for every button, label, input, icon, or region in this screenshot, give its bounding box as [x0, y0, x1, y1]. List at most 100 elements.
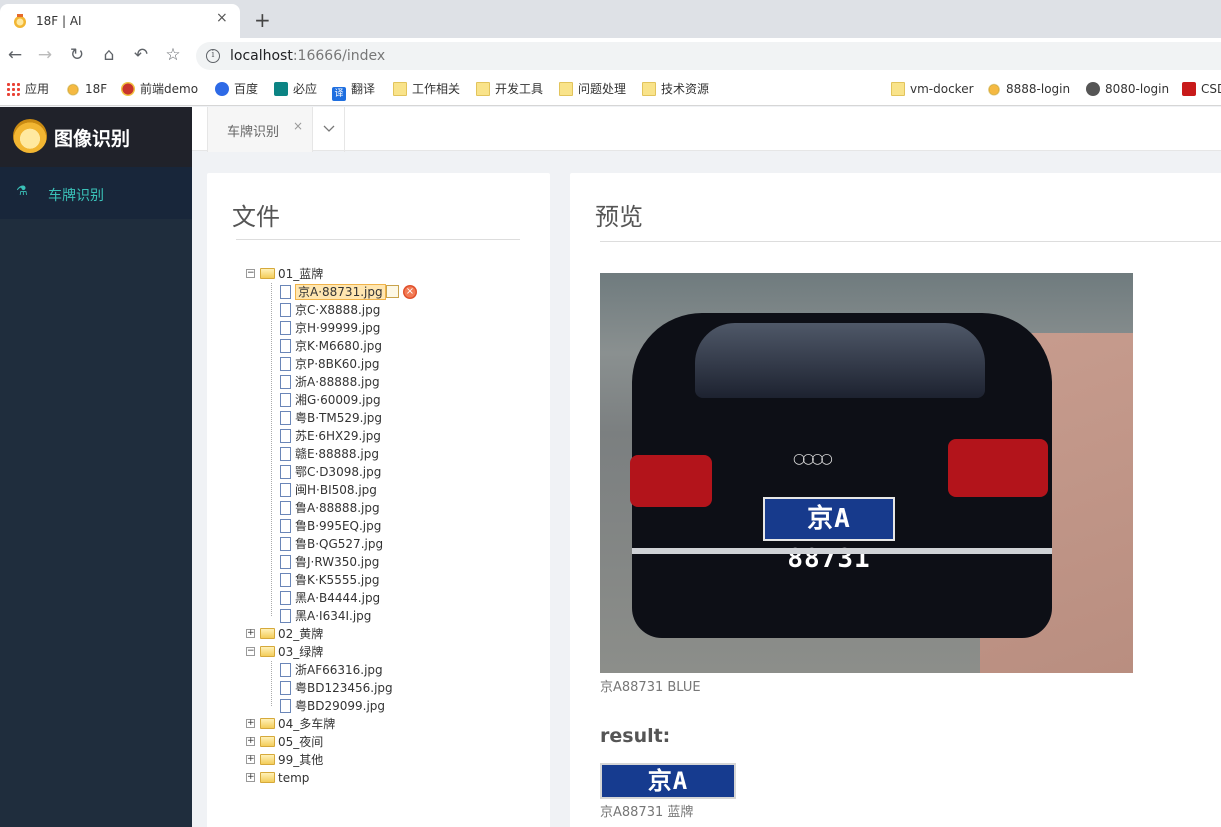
collapse-icon[interactable]: −: [246, 269, 255, 278]
bookmark-label: 问题处理: [578, 82, 627, 96]
tree-folder-label: 03_绿牌: [278, 645, 324, 659]
home-icon[interactable]: ⌂: [98, 44, 120, 66]
tree-folder[interactable]: +05_夜间: [246, 733, 546, 751]
tree-folder[interactable]: − 01_蓝牌: [246, 265, 546, 283]
tree-file-label: 鲁A·88888.jpg: [295, 501, 380, 515]
folder-icon: [260, 268, 275, 279]
preview-image: ○○○○ 京A 88731: [600, 273, 1133, 673]
tree-file[interactable]: 浙A·88888.jpg: [246, 373, 546, 391]
tree-file-label: 鲁B·QG527.jpg: [295, 537, 384, 551]
bookmark-item[interactable]: 应用: [6, 81, 49, 99]
bookmark-folder[interactable]: 开发工具: [476, 81, 543, 99]
bookmark-item[interactable]: 前端demo: [121, 81, 198, 99]
tree-folder[interactable]: + temp: [246, 769, 546, 787]
file-icon: [280, 573, 291, 587]
file-icon: [280, 591, 291, 605]
tree-file[interactable]: 鲁B·QG527.jpg: [246, 535, 546, 553]
tree-file[interactable]: 粤BD29099.jpg: [246, 697, 546, 715]
file-icon: [280, 537, 291, 551]
files-panel: 文件 − 01_蓝牌 京A·88731.jpg × 京C·X8888.jpg 京H·999…: [207, 173, 550, 827]
tree-file-label: 京C·X8888.jpg: [295, 303, 381, 317]
browser-tab-strip: 18F | AI × +: [0, 0, 1221, 38]
tree-file[interactable]: 京A·88731.jpg ×: [246, 283, 546, 301]
bookmark-label: 技术资源: [661, 82, 710, 96]
new-tab-button[interactable]: +: [254, 8, 271, 32]
bookmark-item[interactable]: 译翻译: [332, 81, 375, 101]
expand-icon[interactable]: +: [246, 755, 255, 764]
bookmark-folder[interactable]: 问题处理: [559, 81, 626, 99]
bookmark-item[interactable]: 18F: [66, 81, 107, 99]
bookmark-item[interactable]: 8080-login: [1086, 81, 1169, 99]
folder-icon: [559, 82, 573, 96]
folder-icon: [642, 82, 656, 96]
close-tab-icon[interactable]: ×: [216, 10, 228, 26]
baidu-icon: [215, 82, 229, 96]
sidebar: 图像识别 ⚗ 车牌识别: [0, 107, 192, 827]
tree-file[interactable]: 粤BD123456.jpg: [246, 679, 546, 697]
sidebar-item-plate-recognition[interactable]: ⚗ 车牌识别: [0, 167, 192, 219]
browser-tab[interactable]: 18F | AI ×: [0, 4, 240, 38]
collapse-icon[interactable]: −: [246, 647, 255, 656]
tree-file[interactable]: 湘G·60009.jpg: [246, 391, 546, 409]
tree-folder[interactable]: +99_其他: [246, 751, 546, 769]
bookmark-item[interactable]: 8888-login: [987, 81, 1070, 99]
tree-file-label: 浙A·88888.jpg: [295, 375, 380, 389]
tab-plate-recognition[interactable]: 车牌识别 ×: [207, 107, 313, 152]
bookmark-item[interactable]: CSDN: [1182, 81, 1221, 99]
tree-file[interactable]: 京K·M6680.jpg: [246, 337, 546, 355]
forward-icon[interactable]: →: [34, 44, 56, 66]
divider: [600, 241, 1221, 242]
tree-file[interactable]: 苏E·6HX29.jpg: [246, 427, 546, 445]
tree-file[interactable]: 浙AF66316.jpg: [246, 661, 546, 679]
tree-file-label: 鲁J·RW350.jpg: [295, 555, 380, 569]
tree-file[interactable]: 赣E·88888.jpg: [246, 445, 546, 463]
tree-file[interactable]: 鲁K·K5555.jpg: [246, 571, 546, 589]
file-icon: [280, 699, 291, 713]
tree-file[interactable]: 粤B·TM529.jpg: [246, 409, 546, 427]
expand-icon[interactable]: +: [246, 773, 255, 782]
tree-file[interactable]: 黑A·B4444.jpg: [246, 589, 546, 607]
expand-icon[interactable]: +: [246, 629, 255, 638]
bookmark-label: CSDN: [1201, 82, 1221, 96]
tree-file[interactable]: 鲁A·88888.jpg: [246, 499, 546, 517]
chevron-down-glyph: [323, 125, 334, 132]
chevron-down-icon[interactable]: [313, 107, 345, 152]
tree-file[interactable]: 京C·X8888.jpg: [246, 301, 546, 319]
file-icon: [280, 465, 291, 479]
back-icon[interactable]: ←: [4, 44, 26, 66]
tree-folder[interactable]: +02_黄牌: [246, 625, 546, 643]
bookmark-folder[interactable]: vm-docker: [891, 81, 974, 99]
close-icon[interactable]: ×: [293, 119, 303, 133]
tree-file[interactable]: 京P·8BK60.jpg: [246, 355, 546, 373]
edit-icon[interactable]: [386, 285, 399, 298]
delete-icon[interactable]: ×: [403, 285, 417, 299]
folder-icon: [260, 628, 275, 639]
tree-file-label: 粤BD29099.jpg: [295, 699, 386, 713]
tree-file[interactable]: 鲁J·RW350.jpg: [246, 553, 546, 571]
expand-icon[interactable]: +: [246, 737, 255, 746]
reload-icon[interactable]: ↻: [66, 44, 88, 66]
tree-folder[interactable]: − 03_绿牌: [246, 643, 546, 661]
browser-tab-title: 18F | AI: [36, 14, 82, 28]
tree-connector-line: [271, 661, 272, 706]
undo-icon[interactable]: ↶: [130, 44, 152, 66]
expand-icon[interactable]: +: [246, 719, 255, 728]
tree-file[interactable]: 黑A·I634I.jpg: [246, 607, 546, 625]
bookmark-folder[interactable]: 技术资源: [642, 81, 709, 99]
bookmark-item[interactable]: 必应: [274, 81, 317, 99]
police-icon: [121, 82, 135, 96]
tree-file[interactable]: 闽H·BI508.jpg: [246, 481, 546, 499]
bookmark-item[interactable]: 百度: [215, 81, 258, 99]
address-bar[interactable]: i localhost:16666/index: [196, 42, 1221, 70]
app-root: 图像识别 ⚗ 车牌识别 车牌识别 × 文件 − 01_蓝牌 京A·88731.jpg…: [0, 107, 1221, 827]
tree-file[interactable]: 京H·99999.jpg: [246, 319, 546, 337]
bookmark-folder[interactable]: 工作相关: [393, 81, 460, 99]
tree-folder[interactable]: +04_多车牌: [246, 715, 546, 733]
sidebar-item-label: 车牌识别: [48, 188, 104, 204]
tree-file[interactable]: 鲁B·995EQ.jpg: [246, 517, 546, 535]
tree-file[interactable]: 鄂C·D3098.jpg: [246, 463, 546, 481]
site-info-icon[interactable]: i: [206, 49, 220, 63]
tree-file-label: 闽H·BI508.jpg: [295, 483, 377, 497]
bookmark-label: 开发工具: [495, 82, 544, 96]
bookmark-star-icon[interactable]: ☆: [162, 44, 184, 66]
